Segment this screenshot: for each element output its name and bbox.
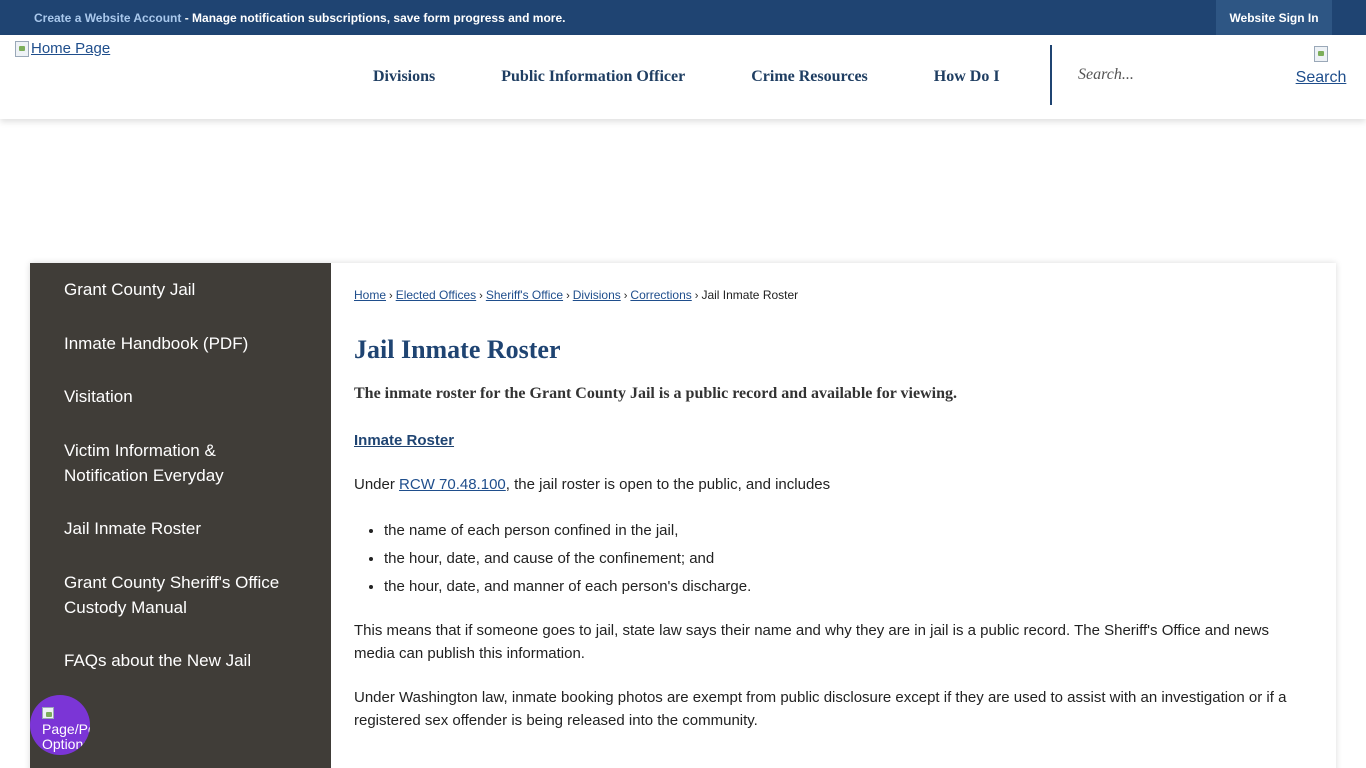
breadcrumb-sheriffs-office[interactable]: Sheriff's Office xyxy=(486,288,563,302)
site-header: Home Page Divisions Public Information O… xyxy=(0,35,1366,119)
nav-crime-resources[interactable]: Crime Resources xyxy=(718,68,901,86)
page-options-icon xyxy=(42,707,54,719)
page-options-label: Page/Personal Options xyxy=(42,707,90,752)
rcw-link[interactable]: RCW 70.48.100 xyxy=(399,476,506,493)
sidebar-item-custody-manual[interactable]: Grant County Sheriff's Office Custody Ma… xyxy=(64,570,294,620)
rcw-paragraph-suffix: , the jail roster is open to the public,… xyxy=(505,476,831,493)
home-page-logo[interactable]: Home Page xyxy=(15,40,110,57)
breadcrumb-elected-offices[interactable]: Elected Offices xyxy=(396,288,476,302)
nav-how-do-i[interactable]: How Do I xyxy=(901,68,1033,86)
breadcrumb-separator: › xyxy=(566,290,570,302)
page-options-text: Page/Personal Options xyxy=(42,721,90,752)
list-item: the hour, date, and manner of each perso… xyxy=(384,573,751,601)
sidebar-nav: Grant County Jail Inmate Handbook (PDF) … xyxy=(30,263,331,768)
top-bar: Create a Website Account - Manage notifi… xyxy=(0,0,1366,35)
sidebar-item-victim-information[interactable]: Victim Information & Notification Everyd… xyxy=(64,438,264,488)
nav-divisions[interactable]: Divisions xyxy=(340,68,468,86)
sidebar-item-visitation[interactable]: Visitation xyxy=(64,384,314,409)
roster-contents-list: the name of each person confined in the … xyxy=(384,517,751,601)
search-icon xyxy=(1314,46,1328,62)
nav-divider xyxy=(1050,45,1052,105)
sidebar-item-jail-inmate-roster[interactable]: Jail Inmate Roster xyxy=(64,516,314,541)
breadcrumb-divisions[interactable]: Divisions xyxy=(573,288,621,302)
sign-in-button[interactable]: Website Sign In xyxy=(1216,0,1332,35)
nav-public-information-officer[interactable]: Public Information Officer xyxy=(468,68,718,86)
breadcrumb-current: Jail Inmate Roster xyxy=(701,288,799,302)
search-button-alt: Search xyxy=(1295,69,1347,86)
inmate-roster-link[interactable]: Inmate Roster xyxy=(354,432,454,449)
breadcrumb-separator: › xyxy=(479,290,483,302)
sidebar-item-grant-county-jail[interactable]: Grant County Jail xyxy=(64,277,314,302)
search-button[interactable]: Search xyxy=(1290,45,1352,89)
account-message-text: - Manage notification subscriptions, sav… xyxy=(181,11,566,25)
list-item: the hour, date, and cause of the confine… xyxy=(384,545,751,573)
breadcrumb-separator: › xyxy=(389,290,393,302)
booking-photos-paragraph: Under Washington law, inmate booking pho… xyxy=(354,689,1287,729)
list-item: the name of each person confined in the … xyxy=(384,517,751,545)
breadcrumb-separator: › xyxy=(694,290,699,302)
main-nav: Divisions Public Information Officer Cri… xyxy=(340,35,1033,119)
breadcrumb-separator: › xyxy=(623,290,628,302)
breadcrumb-corrections[interactable]: Corrections xyxy=(630,288,691,302)
sidebar-item-inmate-handbook[interactable]: Inmate Handbook (PDF) xyxy=(64,331,314,356)
lead-text: The inmate roster for the Grant County J… xyxy=(354,385,957,402)
home-page-logo-alt: Home Page xyxy=(31,40,111,57)
search-input[interactable] xyxy=(1066,57,1266,93)
public-record-paragraph: This means that if someone goes to jail,… xyxy=(354,622,1269,662)
page-title: Jail Inmate Roster xyxy=(354,335,561,364)
rcw-paragraph-prefix: Under xyxy=(354,476,400,493)
breadcrumb: Home › Elected Offices › Sheriff's Office › Di… xyxy=(354,288,798,302)
page-options-button[interactable]: Page/Personal Options xyxy=(30,695,90,755)
breadcrumb-home[interactable]: Home xyxy=(354,288,386,302)
rcw-paragraph: Under RCW 70.48.100, the jail roster is … xyxy=(354,476,830,493)
broken-image-icon xyxy=(15,40,29,57)
sidebar-item-faqs-new-jail[interactable]: FAQs about the New Jail xyxy=(64,648,314,673)
create-account-link[interactable]: Create a Website Account xyxy=(34,11,181,25)
account-message: Create a Website Account - Manage notifi… xyxy=(34,11,565,25)
